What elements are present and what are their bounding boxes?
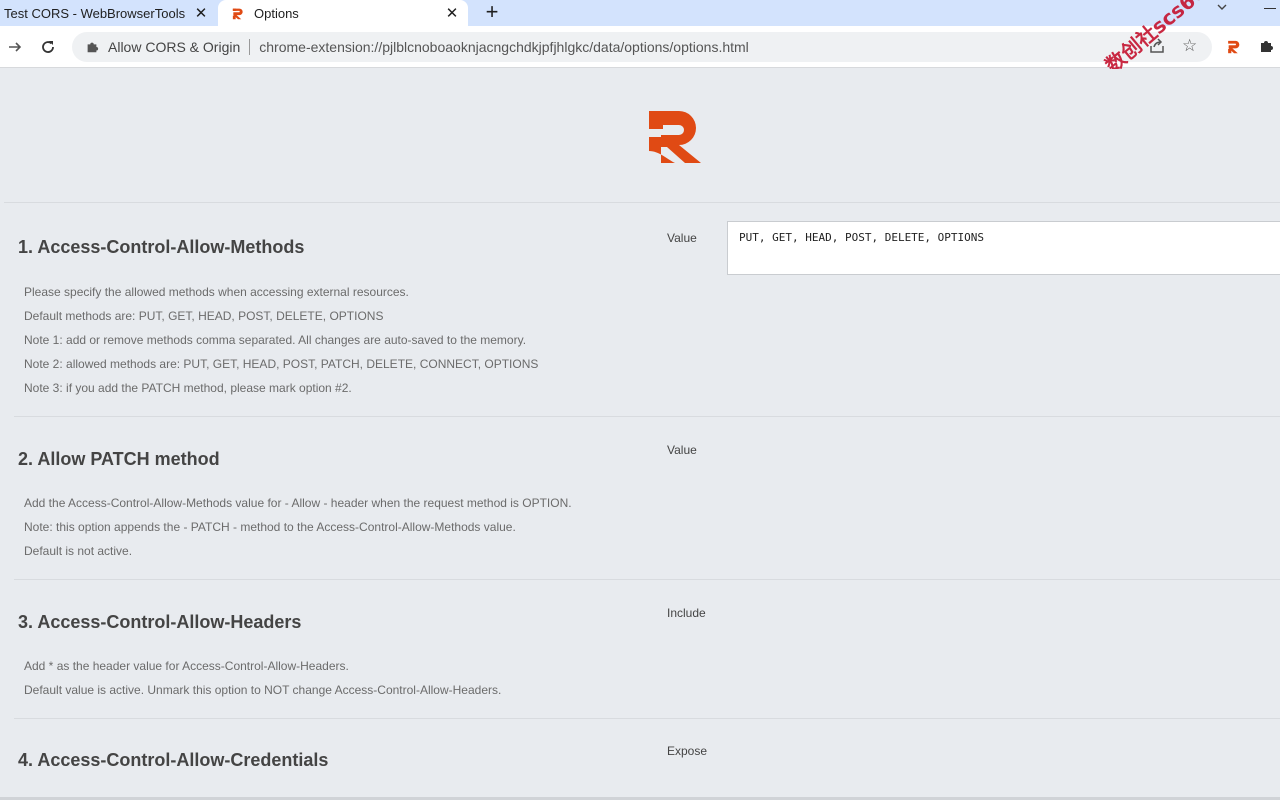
extensions-puzzle-icon[interactable]	[1258, 38, 1276, 56]
methods-value-input[interactable]: PUT, GET, HEAD, POST, DELETE, OPTIONS	[727, 221, 1280, 275]
tab-title: Options	[254, 5, 299, 21]
tab-options[interactable]: Options ✕	[218, 0, 468, 26]
description-line: Default methods are: PUT, GET, HEAD, POS…	[24, 309, 384, 323]
description-line: Note 1: add or remove methods comma sepa…	[24, 333, 527, 347]
extension-name: Allow CORS & Origin	[108, 39, 241, 55]
option-label: Expose	[667, 744, 708, 758]
puzzle-piece-icon	[84, 39, 100, 55]
description-line: Add * as the header value for Access-Con…	[24, 659, 349, 673]
extension-logo-icon	[230, 5, 246, 21]
description-line: Note: this option appends the - PATCH - …	[24, 520, 516, 534]
option-title: 4. Access-Control-Allow-Credentials	[18, 750, 329, 770]
description-line: Default is not active.	[24, 544, 133, 558]
address-bar[interactable]: Allow CORS & Origin chrome-extension://p…	[72, 32, 1212, 62]
divider	[14, 416, 1280, 417]
description-line: Default value is active. Unmark this opt…	[24, 683, 502, 697]
close-icon[interactable]: ✕	[442, 3, 462, 23]
reload-icon[interactable]	[37, 36, 59, 58]
option-title: 3. Access-Control-Allow-Headers	[18, 612, 302, 632]
description-line: Note 3: if you add the PATCH method, ple…	[24, 381, 352, 395]
divider	[4, 202, 1280, 203]
bookmark-star-icon[interactable]: ☆	[1182, 36, 1197, 56]
tab-test-cors[interactable]: Test CORS - WebBrowserTools ✕	[0, 0, 217, 26]
divider	[14, 579, 1280, 580]
forward-arrow-icon[interactable]	[4, 36, 26, 58]
tab-title: Test CORS - WebBrowserTools	[4, 5, 186, 21]
description-line: Note 2: allowed methods are: PUT, GET, H…	[24, 357, 539, 371]
url-text: chrome-extension://pjlblcnoboaoknjacngch…	[259, 39, 749, 55]
chevron-down-icon[interactable]	[1213, 1, 1231, 19]
option-description: Add * as the header value for Access-Con…	[24, 654, 501, 702]
divider	[14, 718, 1280, 719]
divider	[249, 39, 251, 55]
extension-logo-icon[interactable]	[1226, 38, 1242, 54]
option-label: Value	[667, 231, 697, 245]
options-page: 1. Access-Control-Allow-Methods Please s…	[0, 69, 1280, 800]
minimize-icon[interactable]	[1264, 8, 1276, 9]
extension-logo-icon	[645, 107, 705, 165]
option-description: Please specify the allowed methods when …	[24, 280, 538, 400]
description-line: Add the Access-Control-Allow-Methods val…	[24, 496, 572, 510]
option-description: Add the Access-Control-Allow-Methods val…	[24, 491, 572, 563]
option-label: Value	[667, 443, 697, 457]
new-tab-button[interactable]: +	[481, 1, 503, 23]
option-title: 1. Access-Control-Allow-Methods	[18, 237, 305, 257]
description-line: Please specify the allowed methods when …	[24, 285, 409, 299]
option-title: 2. Allow PATCH method	[18, 449, 220, 469]
close-icon[interactable]: ✕	[191, 3, 211, 23]
browser-toolbar: Allow CORS & Origin chrome-extension://p…	[0, 26, 1280, 68]
tab-strip: Test CORS - WebBrowserTools ✕ Options ✕ …	[0, 0, 1280, 26]
option-label: Include	[667, 606, 706, 620]
